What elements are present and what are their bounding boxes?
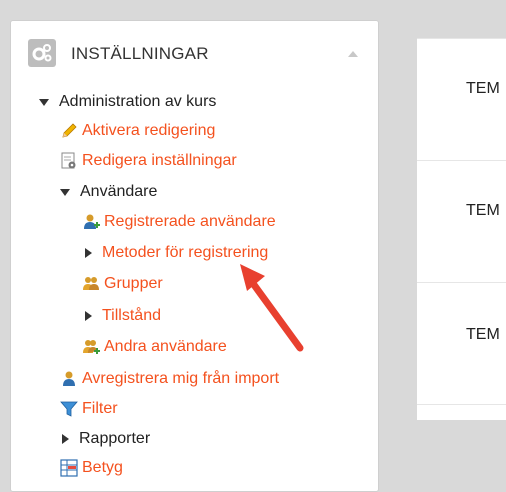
course-admin-label: Administration av kurs xyxy=(59,93,217,110)
permissions-label: Tillstånd xyxy=(102,307,161,324)
gear-icon xyxy=(28,39,56,67)
user-plus-icon xyxy=(82,213,100,231)
unenrol-label: Avregistrera mig från import xyxy=(82,370,280,387)
turn-editing-on-label: Aktivera redigering xyxy=(82,122,216,139)
divider xyxy=(417,160,506,161)
tree-node-course-admin[interactable]: Administration av kurs xyxy=(39,89,216,115)
expand-right-icon xyxy=(62,434,69,444)
expand-down-icon xyxy=(39,98,49,106)
gradebook-icon xyxy=(60,459,78,477)
users-label: Användare xyxy=(80,183,158,200)
funnel-icon xyxy=(60,400,78,418)
expand-down-icon xyxy=(60,188,70,196)
settings-block: INSTÄLLNINGAR Administration av kurs Akt… xyxy=(10,20,379,492)
tree-node-reports[interactable]: Rapporter xyxy=(62,426,150,452)
filters-label: Filter xyxy=(82,400,118,417)
enrolled-users-link[interactable]: Registrerade användare xyxy=(82,209,276,235)
collapse-icon[interactable] xyxy=(348,51,358,57)
filters-link[interactable]: Filter xyxy=(60,396,118,422)
groups-link[interactable]: Grupper xyxy=(82,271,163,297)
enrolled-users-label: Registrerade användare xyxy=(104,213,276,230)
enrolment-methods-label: Metoder för registrering xyxy=(102,244,269,261)
user-icon xyxy=(60,370,78,388)
grades-label: Betyg xyxy=(82,459,123,476)
expand-right-icon xyxy=(85,311,92,321)
course-content-panel: TEM TEM TEM xyxy=(417,38,506,420)
grades-link[interactable]: Betyg xyxy=(60,455,123,481)
permissions-link[interactable]: Tillstånd xyxy=(85,303,161,329)
unenrol-link[interactable]: Avregistrera mig från import xyxy=(60,366,279,392)
edit-settings-link[interactable]: Redigera inställningar xyxy=(60,148,237,174)
enrolment-methods-link[interactable]: Metoder för registrering xyxy=(85,240,268,266)
groups-label: Grupper xyxy=(104,275,163,292)
block-title: INSTÄLLNINGAR xyxy=(71,44,209,63)
settings-document-icon xyxy=(60,152,78,170)
other-users-label: Andra användare xyxy=(104,338,227,355)
other-users-link[interactable]: Andra användare xyxy=(82,334,227,360)
divider xyxy=(417,404,506,405)
content-row-label[interactable]: TEM xyxy=(466,202,500,220)
turn-editing-on-link[interactable]: Aktivera redigering xyxy=(60,118,215,144)
reports-label: Rapporter xyxy=(79,430,151,447)
divider xyxy=(417,38,506,39)
pencil-icon xyxy=(60,122,78,140)
users-plus-icon xyxy=(82,338,100,356)
edit-settings-label: Redigera inställningar xyxy=(82,152,237,169)
group-icon xyxy=(82,275,100,293)
block-header: INSTÄLLNINGAR xyxy=(11,21,378,87)
content-row-label[interactable]: TEM xyxy=(466,80,500,98)
tree-node-users[interactable]: Användare xyxy=(60,179,157,205)
divider xyxy=(417,282,506,283)
content-row-label[interactable]: TEM xyxy=(466,326,500,344)
expand-right-icon xyxy=(85,248,92,258)
